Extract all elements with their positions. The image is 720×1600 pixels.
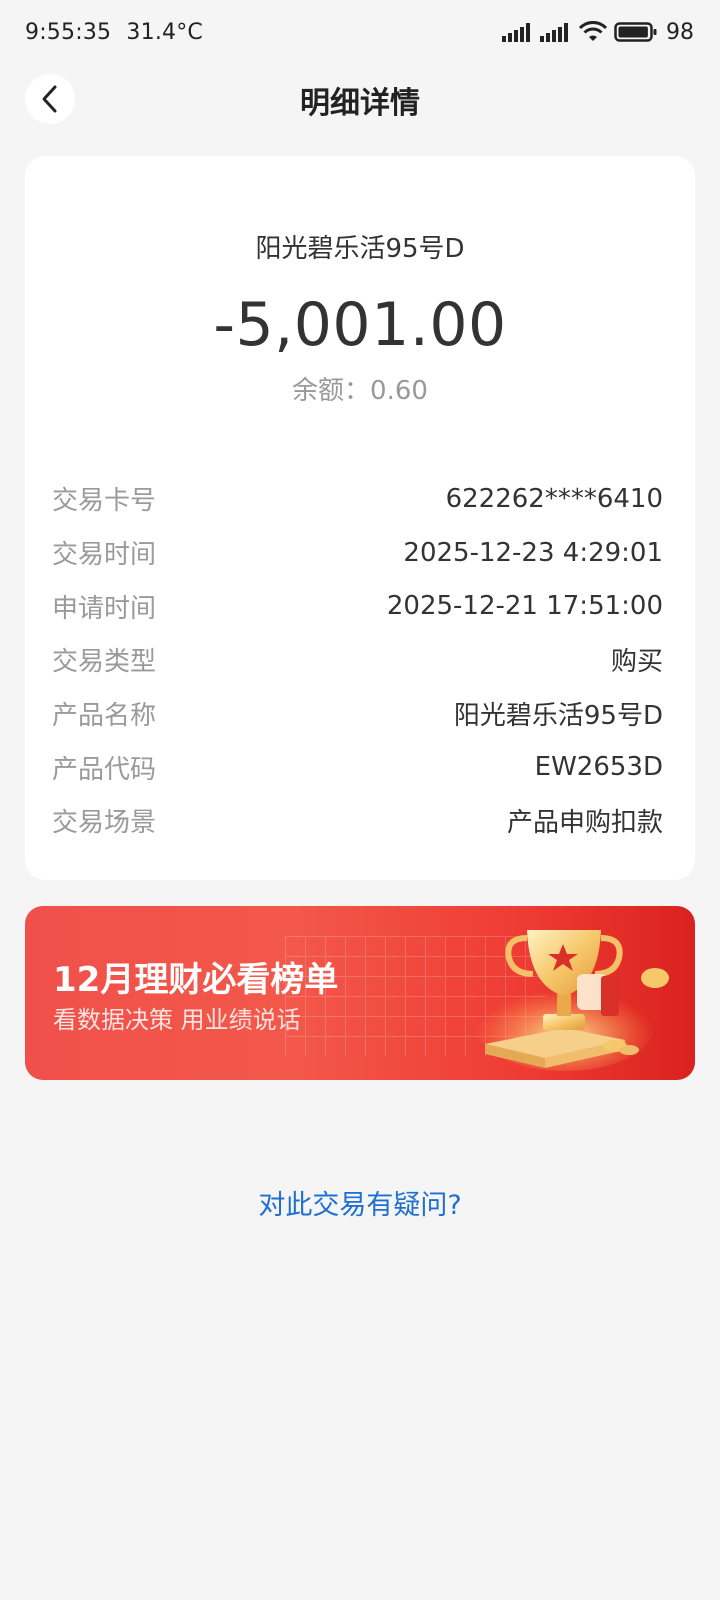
signal-icon — [502, 23, 530, 42]
detail-row-transaction-time: 交易时间 2025-12-23 4:29:01 — [52, 526, 663, 580]
page-title: 明细详情 — [300, 86, 420, 121]
detail-row-transaction-type: 交易类型 购买 — [52, 633, 663, 687]
product-title: 阳光碧乐活95号D — [255, 234, 465, 264]
row-label: 交易类型 — [52, 647, 157, 678]
detail-row-transaction-scene: 交易场景 产品申购扣款 — [52, 794, 663, 848]
transaction-amount: -5,001.00 — [213, 290, 507, 360]
transaction-detail-card: 阳光碧乐活95号D -5,001.00 余额：0.60 交易卡号 622262*… — [25, 156, 695, 880]
wifi-icon — [578, 21, 608, 41]
battery-percentage: 98 — [666, 19, 694, 45]
row-value: 2025-12-23 4:29:01 — [403, 537, 663, 568]
signal-icon-2 — [540, 23, 568, 42]
promo-banner[interactable]: 12月理财必看榜单 看数据决策 用业绩说话 — [25, 906, 695, 1080]
row-label: 交易场景 — [52, 808, 157, 839]
row-value: 622262****6410 — [445, 483, 663, 514]
row-value: 2025-12-21 17:51:00 — [386, 591, 663, 622]
status-right: 98 — [502, 20, 694, 45]
detail-row-apply-time: 申请时间 2025-12-21 17:51:00 — [52, 579, 663, 633]
row-value: 产品申购扣款 — [506, 808, 663, 839]
row-label: 交易卡号 — [52, 486, 157, 517]
banner-subtitle: 看数据决策 用业绩说话 — [53, 1006, 301, 1034]
status-temperature: 31.4°C — [126, 19, 203, 45]
banner-title: 12月理财必看榜单 — [53, 960, 339, 1000]
balance-text: 余额：0.60 — [292, 376, 428, 406]
row-label: 交易时间 — [52, 540, 157, 571]
transaction-question-link[interactable]: 对此交易有疑问? — [0, 1183, 720, 1222]
row-value: 购买 — [610, 647, 663, 678]
detail-row-product-name: 产品名称 阳光碧乐活95号D — [52, 687, 663, 741]
status-time: 9:55:35 — [25, 19, 112, 45]
row-value: EW2653D — [534, 752, 663, 783]
header: 明细详情 — [0, 66, 720, 132]
row-label: 申请时间 — [52, 593, 157, 624]
row-value: 阳光碧乐活95号D — [453, 701, 663, 732]
detail-row-card-number: 交易卡号 622262****6410 — [52, 472, 663, 526]
status-bar: 9:55:35 31.4°C 98 — [0, 0, 720, 64]
battery-icon — [614, 22, 657, 42]
trophy-icon — [475, 930, 669, 1071]
row-label: 产品代码 — [52, 754, 157, 785]
detail-rows: 交易卡号 622262****6410 交易时间 2025-12-23 4:29… — [52, 472, 663, 848]
row-label: 产品名称 — [52, 701, 157, 732]
detail-row-product-code: 产品代码 EW2653D — [52, 740, 663, 794]
status-left: 9:55:35 31.4°C — [25, 20, 203, 45]
